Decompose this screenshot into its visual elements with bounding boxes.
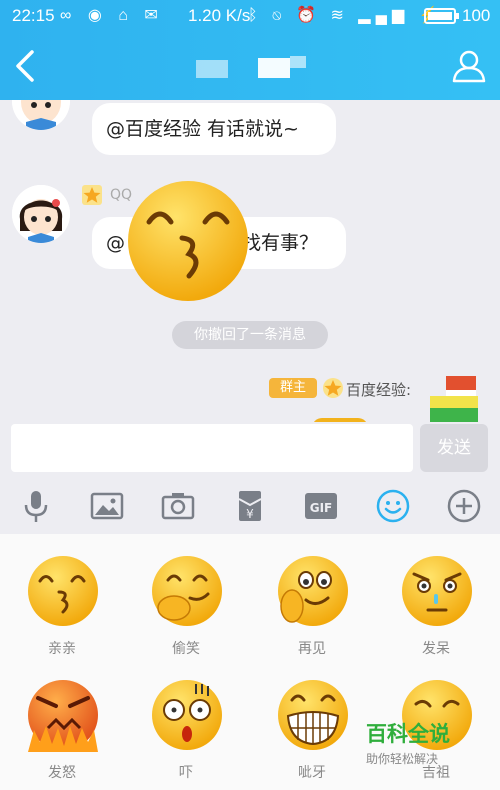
emoji-angry[interactable]: 发怒 [2, 658, 122, 781]
avatar[interactable] [12, 100, 70, 130]
red-packet-icon[interactable]: ¥ [232, 488, 268, 524]
owner-tag: 群主 [269, 378, 317, 398]
emoji-label: 偷笑 [172, 641, 200, 657]
camera-icon[interactable] [160, 488, 196, 524]
scared-emoji-icon [152, 680, 222, 750]
blurred-title-part [196, 60, 228, 78]
blurred-title-part [290, 56, 306, 68]
emoji-label: 再见 [298, 641, 326, 657]
watermark: 百科全说 助你轻松解决 [366, 718, 466, 767]
network-speed: 1.20 K/s [188, 6, 251, 25]
watermark-subtitle: 助你轻松解决 [366, 752, 439, 766]
title-bar [0, 32, 500, 100]
grin-emoji-icon [278, 680, 348, 750]
emoji-label: 呲牙 [298, 765, 326, 781]
group-members-icon[interactable] [450, 48, 488, 84]
kiss-emoji-icon [128, 181, 248, 301]
status-right-icons: ᛒ ⍉ ⏰ ≋ ▂▄▆ ⚡ [248, 7, 444, 24]
gif-icon[interactable]: GIF [303, 488, 339, 524]
image-icon[interactable] [89, 488, 125, 524]
status-left-icons: ∞ ◉ ⌂ ✉ [60, 7, 164, 24]
recall-notice: 你撤回了一条消息 [172, 321, 328, 349]
emoji-snicker[interactable]: 偷笑 [126, 534, 246, 657]
bye-emoji-icon [278, 556, 348, 626]
emoji-daze[interactable]: 发呆 [376, 534, 496, 657]
emoji-label: 亲亲 [48, 641, 76, 657]
avatar[interactable] [430, 376, 478, 422]
plus-icon[interactable] [446, 488, 482, 524]
kiss-emoji-icon [28, 556, 98, 626]
message-text: @百度经验 有话就说~ [106, 118, 299, 140]
sender-name: 百度经验: [346, 381, 412, 399]
send-button[interactable]: 发送 [420, 424, 488, 472]
emoji-label: 吓 [179, 765, 193, 781]
star-badge-icon [82, 185, 102, 205]
message-prefix: @ [106, 232, 125, 254]
avatar[interactable] [12, 185, 70, 243]
emoji-icon[interactable] [375, 488, 411, 524]
emoji-bye[interactable]: 再见 [252, 534, 372, 657]
emoji-scared[interactable]: 吓 [126, 658, 246, 781]
daze-emoji-icon [402, 556, 472, 626]
emoji-kiss[interactable]: 亲亲 [2, 534, 122, 657]
gif-label: GIF [310, 501, 333, 515]
red-packet-label: ¥ [246, 507, 254, 521]
emoji-label: 发怒 [48, 765, 76, 781]
microphone-icon[interactable] [18, 488, 54, 524]
input-toolbar: ¥ GIF [0, 478, 500, 534]
back-arrow-icon[interactable] [10, 48, 40, 84]
watermark-title: 百科全说 [366, 722, 450, 746]
battery-percent: 100 [462, 6, 491, 25]
snicker-emoji-icon [152, 556, 222, 626]
status-time: 22:15 [12, 6, 55, 25]
message-input[interactable] [11, 424, 413, 472]
blurred-title-part [258, 58, 290, 78]
message-bubble[interactable]: @百度经验 有话就说~ [92, 103, 336, 155]
chat-area[interactable]: @百度经验 有话就说~ QQ @ 找有事？ 你撤回了一条消息 群主 百度经验: [0, 100, 500, 422]
emoji-label: 发呆 [422, 641, 450, 657]
star-badge-icon [323, 378, 343, 398]
battery-icon [424, 8, 459, 24]
emoji-grin[interactable]: 呲牙 [252, 658, 372, 781]
angry-emoji-icon [28, 680, 98, 752]
input-bar: 发送 [0, 422, 500, 478]
status-bar: 22:15 ∞ ◉ ⌂ ✉ 1.20 K/s ᛒ ⍉ ⏰ ≋ ▂▄▆ ⚡ 100 [0, 0, 500, 32]
message-text: 找有事？ [242, 232, 319, 254]
